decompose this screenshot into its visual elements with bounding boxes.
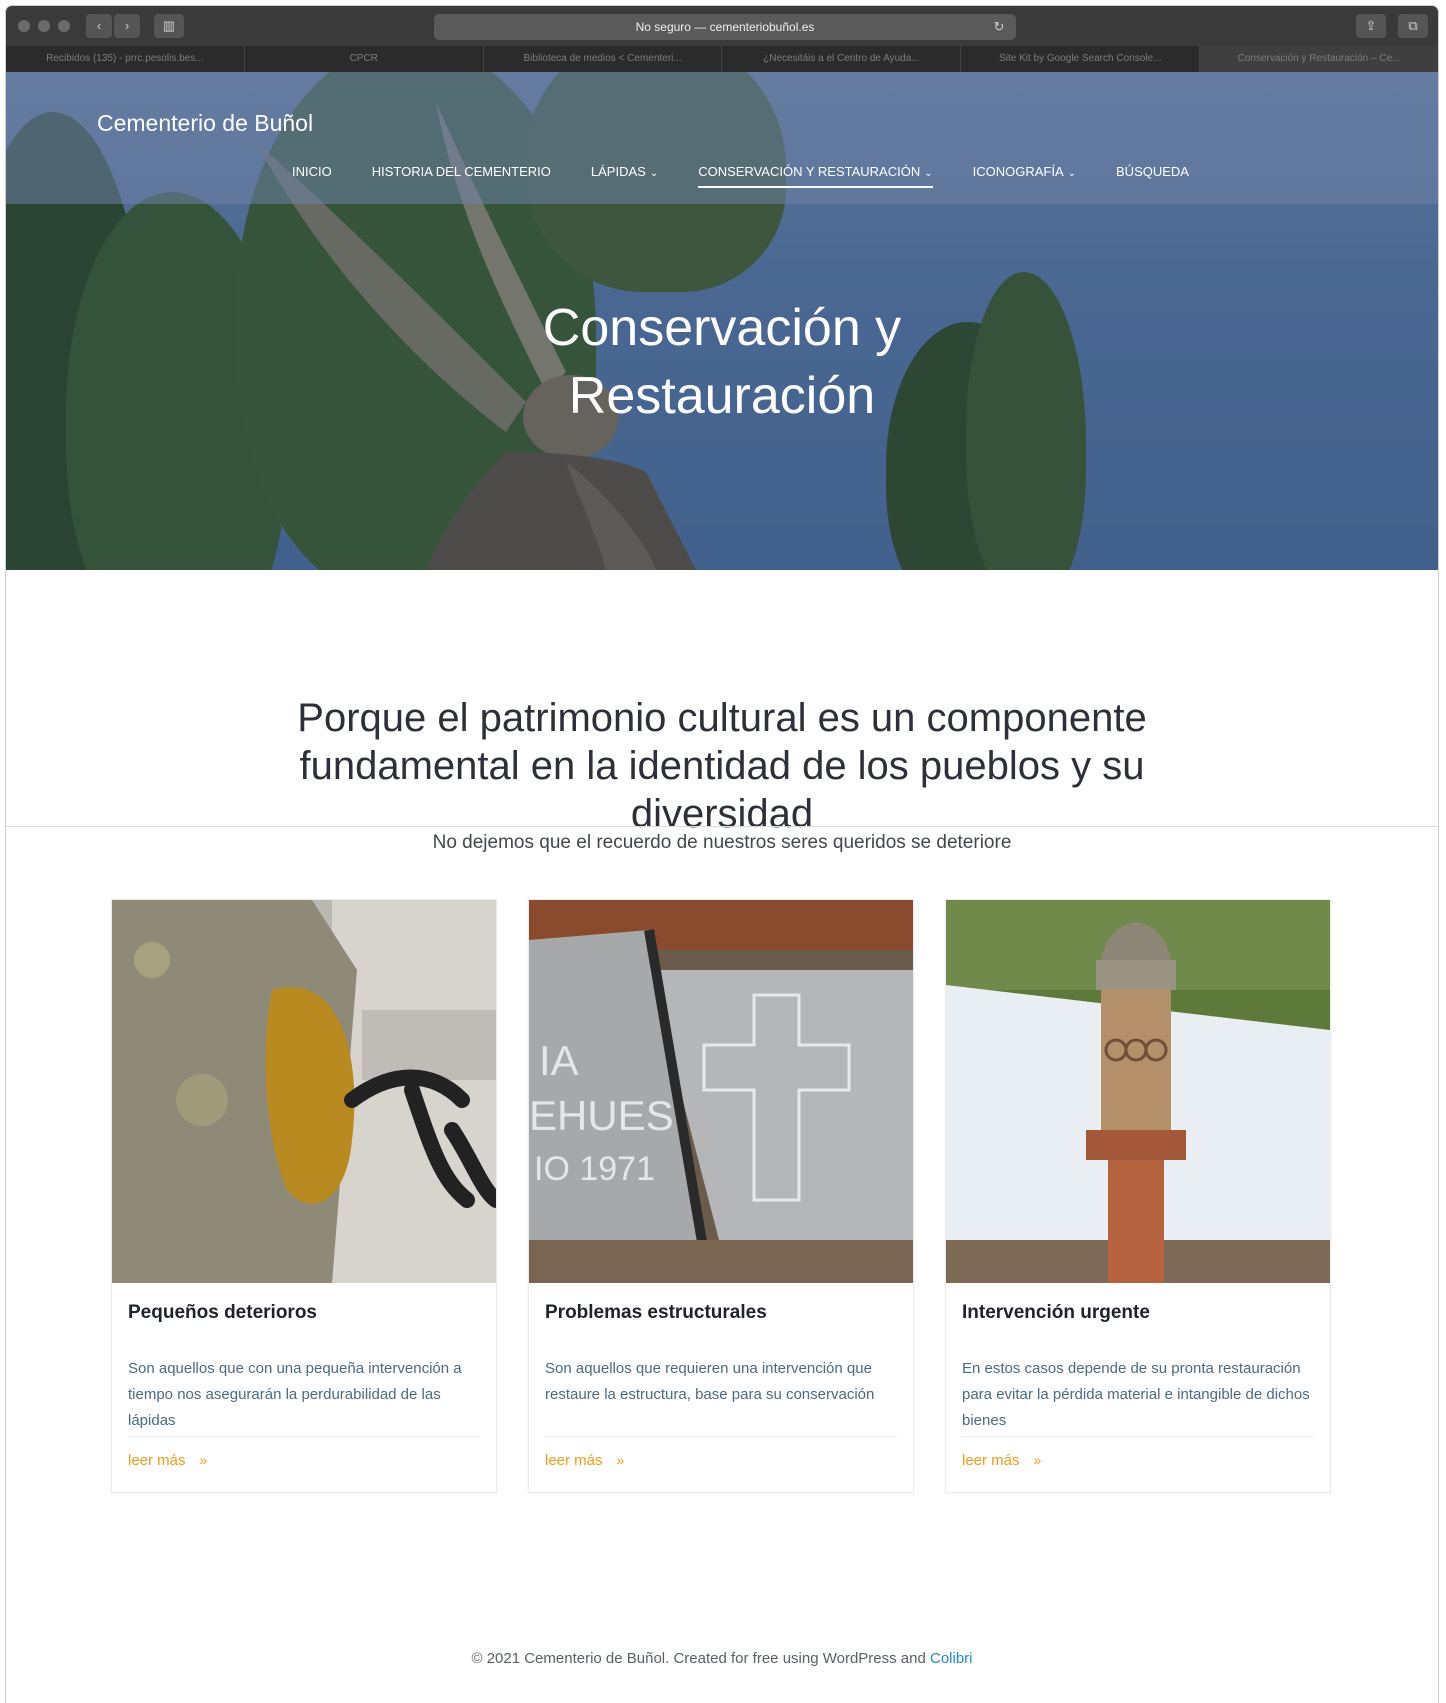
- card-divider: [545, 1436, 897, 1437]
- card-image[interactable]: IA EHUES IO 1971: [529, 900, 913, 1283]
- nav-item-label: HISTORIA DEL CEMENTERIO: [371, 164, 551, 179]
- chevron-right-icon: »: [199, 1452, 208, 1468]
- forward-icon[interactable]: ›: [114, 14, 140, 38]
- share-icon[interactable]: ⇪: [1356, 14, 1386, 38]
- intro-heading-line: fundamental en la identidad de los puebl…: [299, 744, 1145, 788]
- intro-subtitle: No dejemos que el recuerdo de nuestros s…: [432, 832, 1012, 853]
- hero-title-line: Conservación y: [542, 299, 902, 357]
- browser-tab[interactable]: Biblioteca de medios < Cementeri...: [484, 46, 723, 72]
- hero-section: Cementerio de Buñol INICIO HISTORIA DEL …: [6, 72, 1438, 570]
- hero-title: Conservación y Restauración: [6, 294, 1438, 430]
- svg-text:IO 1971: IO 1971: [534, 1150, 655, 1188]
- card-text: Son aquellos que requieren una intervenc…: [545, 1360, 875, 1403]
- address-text: No seguro — cementeriobuñol.es: [635, 20, 815, 34]
- browser-tab[interactable]: CPCR: [245, 46, 484, 72]
- lichen-stone-image: [112, 900, 496, 1283]
- chevron-down-icon: ⌄: [924, 168, 933, 179]
- read-more-link[interactable]: leer más »: [962, 1452, 1041, 1469]
- back-icon[interactable]: ‹: [86, 14, 112, 38]
- tabs-overview-icon[interactable]: ⧉: [1398, 14, 1428, 38]
- card-image[interactable]: [112, 900, 496, 1283]
- card-text: En estos casos depende de su pronta rest…: [962, 1360, 1310, 1429]
- reload-icon[interactable]: ↻: [990, 18, 1008, 36]
- card-problemas-estructurales: IA EHUES IO 1971 Problemas estructurales…: [528, 899, 914, 1493]
- nav-item-label: ICONOGRAFÍA: [972, 164, 1064, 179]
- card-divider: [128, 1436, 480, 1437]
- intro-heading-line: Porque el patrimonio cultural es un comp…: [297, 696, 1147, 740]
- browser-tab[interactable]: Recibidos (135) - prrc.pesolis.bes...: [6, 46, 245, 72]
- close-window-icon[interactable]: [18, 20, 30, 32]
- nav-item-inicio[interactable]: INICIO: [272, 160, 352, 184]
- broken-tombstone-image: IA EHUES IO 1971: [529, 900, 913, 1283]
- nav-item-label: INICIO: [292, 164, 332, 179]
- svg-text:IA: IA: [539, 1037, 579, 1084]
- brick-column-image: [946, 900, 1330, 1283]
- card-divider: [962, 1436, 1314, 1437]
- hero-title-line: Restauración: [568, 367, 876, 425]
- chevron-down-icon: ⌄: [649, 168, 659, 179]
- nav-item-label: LÁPIDAS: [590, 164, 646, 179]
- chevron-right-icon: »: [1033, 1452, 1042, 1468]
- sidebar-icon[interactable]: ▥: [154, 14, 184, 38]
- nav-item-busqueda[interactable]: BÚSQUEDA: [1096, 160, 1209, 184]
- header-nav-band: [6, 72, 1438, 204]
- browser-window: ‹ › ▥ No seguro — cementeriobuñol.es ↻ ⇪…: [6, 6, 1438, 1703]
- main-menu: INICIO HISTORIA DEL CEMENTERIO LÁPIDAS ⌄ …: [272, 160, 1209, 188]
- read-more-label: leer más: [545, 1452, 603, 1469]
- read-more-link[interactable]: leer más »: [545, 1452, 624, 1469]
- section-divider: [6, 826, 1438, 827]
- read-more-label: leer más: [128, 1452, 186, 1469]
- nav-item-lapidas[interactable]: LÁPIDAS ⌄: [571, 160, 678, 184]
- card-image[interactable]: [946, 900, 1330, 1283]
- footer-colibri-link[interactable]: Colibri: [930, 1650, 973, 1667]
- intro-heading-line: diversidad: [630, 792, 814, 836]
- site-title[interactable]: Cementerio de Buñol: [97, 110, 313, 137]
- minimize-window-icon[interactable]: [38, 20, 50, 32]
- card-intervencion-urgente: Intervención urgente En estos casos depe…: [945, 899, 1331, 1493]
- tab-strip: Recibidos (135) - prrc.pesolis.bes... CP…: [6, 46, 1438, 72]
- footer-text: © 2021 Cementerio de Buñol. Created for …: [471, 1650, 926, 1667]
- intro-heading: Porque el patrimonio cultural es un comp…: [6, 694, 1438, 838]
- browser-tab-active[interactable]: Conservación y Restauración – Ce...: [1200, 46, 1438, 72]
- nav-item-label: CONSERVACIÓN Y RESTAURACIÓN: [698, 164, 921, 179]
- browser-tab[interactable]: Site Kit by Google Search Console...: [961, 46, 1201, 72]
- nav-item-historia[interactable]: HISTORIA DEL CEMENTERIO: [352, 160, 571, 184]
- address-bar[interactable]: No seguro — cementeriobuñol.es ↻: [434, 14, 1016, 40]
- chevron-down-icon: ⌄: [1067, 168, 1077, 179]
- nav-item-conservacion[interactable]: CONSERVACIÓN Y RESTAURACIÓN ⌄: [678, 160, 952, 188]
- cards-grid: Pequeños deterioros Son aquellos que con…: [111, 899, 1331, 1493]
- browser-titlebar: ‹ › ▥ No seguro — cementeriobuñol.es ↻ ⇪…: [6, 6, 1438, 46]
- footer: © 2021 Cementerio de Buñol. Created for …: [6, 1650, 1438, 1667]
- chevron-right-icon: »: [616, 1452, 625, 1468]
- card-text: Son aquellos que con una pequeña interve…: [128, 1360, 462, 1429]
- read-more-label: leer más: [962, 1452, 1020, 1469]
- nav-item-label: BÚSQUEDA: [1116, 164, 1189, 179]
- card-pequenos-deterioros: Pequeños deterioros Son aquellos que con…: [111, 899, 497, 1493]
- svg-text:EHUES: EHUES: [529, 1092, 674, 1139]
- card-title[interactable]: Problemas estructurales: [545, 1302, 767, 1324]
- nav-item-iconografia[interactable]: ICONOGRAFÍA ⌄: [953, 160, 1096, 184]
- card-title[interactable]: Intervención urgente: [962, 1302, 1150, 1324]
- zoom-window-icon[interactable]: [58, 20, 70, 32]
- read-more-link[interactable]: leer más »: [128, 1452, 207, 1469]
- card-title[interactable]: Pequeños deterioros: [128, 1302, 317, 1324]
- browser-tab[interactable]: ¿Necesitáis a el Centro de Ayuda...: [722, 46, 962, 72]
